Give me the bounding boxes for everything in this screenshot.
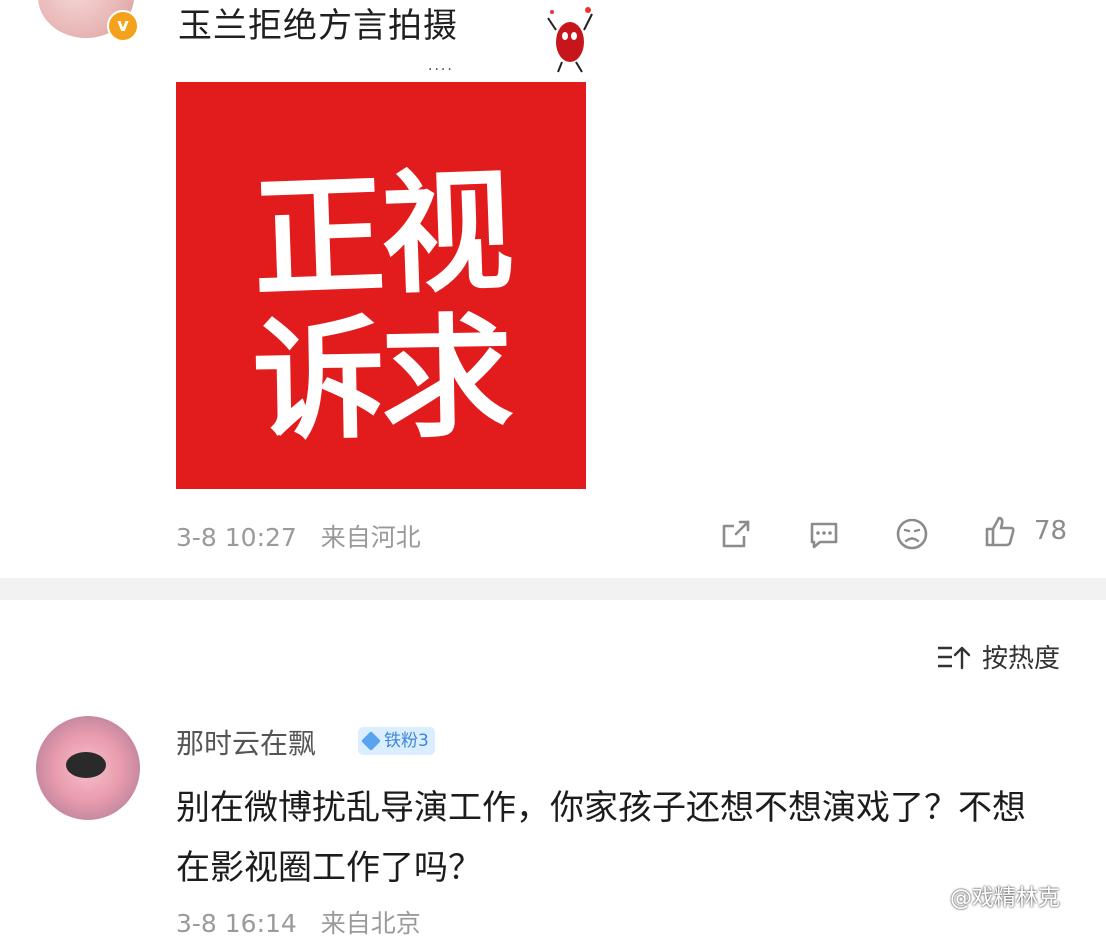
fan-level-badge: 铁粉3 — [358, 727, 435, 755]
comment-timestamp: 3-8 16:14 — [176, 909, 297, 938]
diamond-icon — [361, 731, 381, 751]
weibo-logo-icon — [907, 884, 946, 913]
sort-icon[interactable] — [936, 644, 972, 672]
poster-text-line-2: 诉求 — [251, 300, 511, 460]
commenter-avatar[interactable] — [36, 716, 140, 820]
like-icon[interactable] — [982, 514, 1018, 550]
fan-badge-label: 铁粉3 — [384, 731, 429, 751]
like-count: 78 — [1034, 516, 1068, 546]
post-timestamp: 3-8 10:27 — [176, 523, 297, 552]
poster-text-line-1: 正视 — [250, 154, 512, 318]
comment-text: 别在微博扰乱导演工作，你家孩子还想不想演戏了？不想在影视圈工作了吗？ — [176, 788, 1026, 888]
dislike-icon[interactable] — [894, 516, 930, 552]
comment-source: 来自北京 — [320, 909, 421, 938]
decorative-dots: .... — [428, 58, 454, 74]
comment-icon[interactable] — [806, 516, 842, 552]
section-divider — [0, 578, 1106, 600]
red-bean-sticker-icon — [547, 7, 593, 73]
post-source: 来自河北 — [320, 523, 421, 552]
commenter-username[interactable]: 那时云在飘 — [176, 722, 316, 762]
post-meta: 3-8 10:27 来自河北 — [176, 518, 421, 554]
avatar-face — [66, 752, 106, 778]
share-icon[interactable] — [718, 516, 754, 552]
sort-by-hot-button[interactable]: 按热度 — [982, 638, 1060, 675]
post-image[interactable]: 正视 诉求 — [176, 82, 586, 489]
comment-meta: 3-8 16:14 来自北京 — [176, 904, 421, 940]
watermark-text: @戏精林克 — [950, 886, 1061, 911]
post-text: 玉兰拒绝方言拍摄 — [178, 6, 458, 46]
verified-badge-icon: v — [107, 10, 139, 42]
